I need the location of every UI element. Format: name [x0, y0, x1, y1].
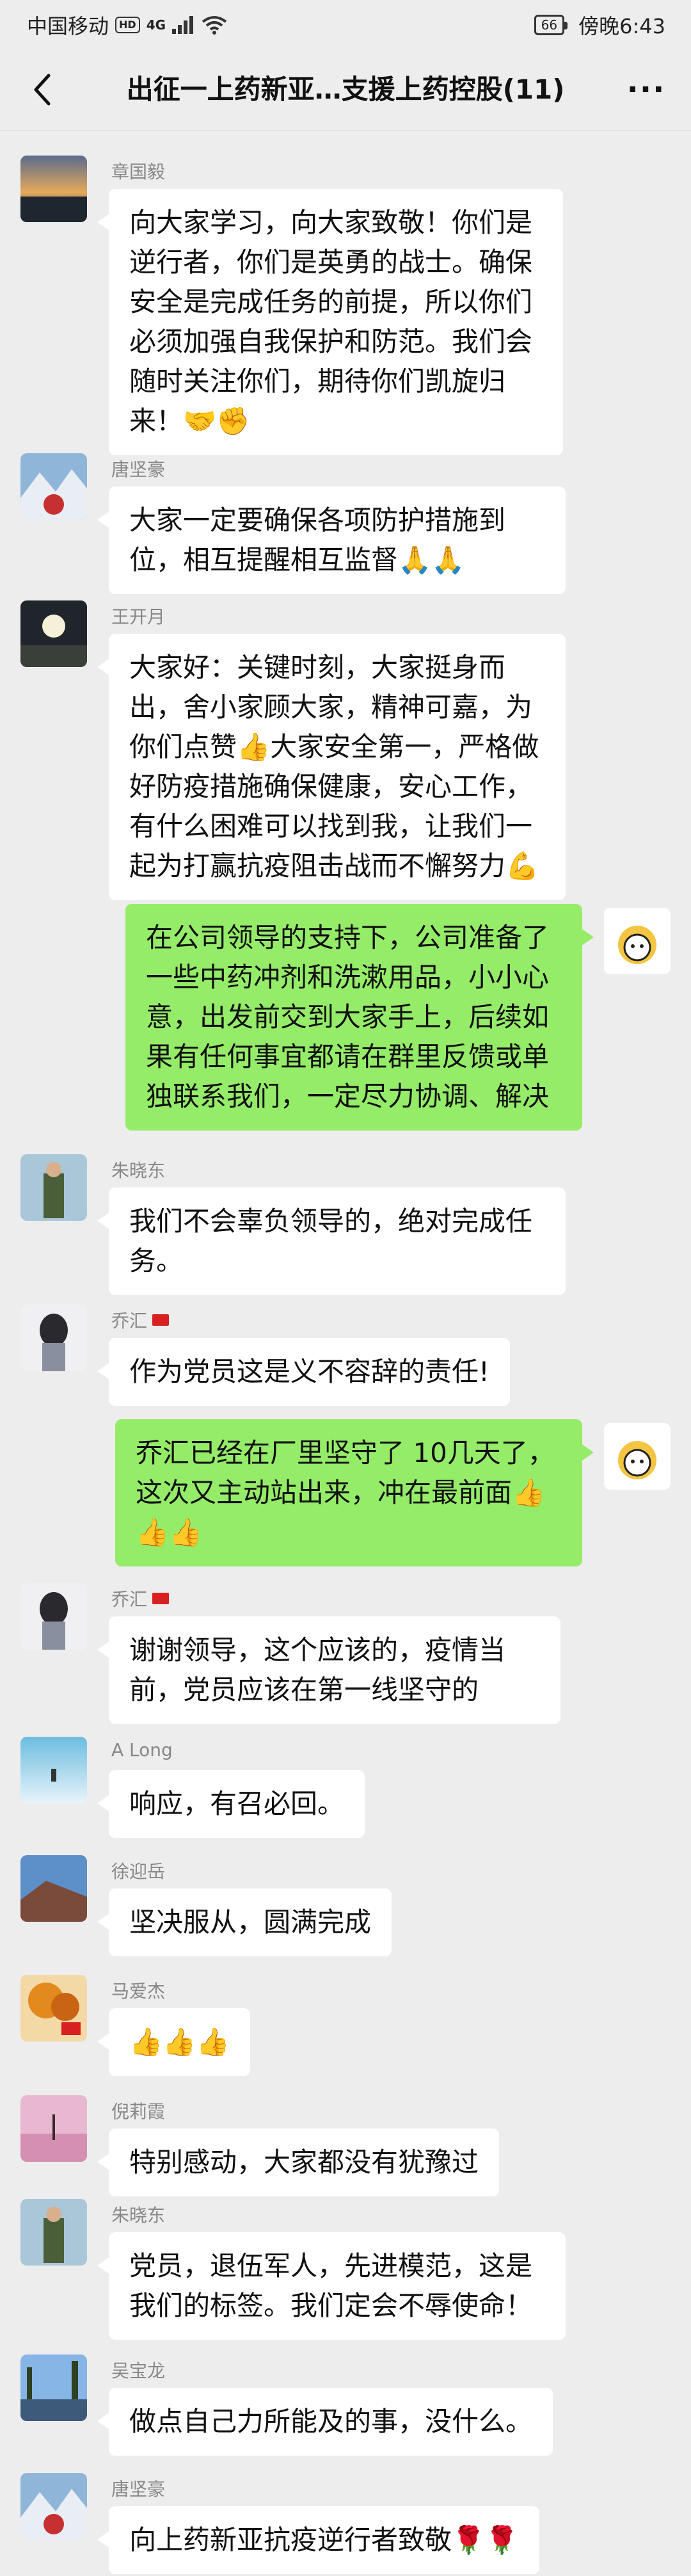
message-bubble[interactable]: 向上药新亚抗疫逆行者致敬🌹🌹	[97, 2506, 539, 2574]
signal-label: 4G	[146, 17, 166, 33]
chevron-left-icon	[34, 74, 51, 106]
sender-name: 乔汇	[111, 1307, 170, 1333]
message-bubble[interactable]: 我们不会辜负领导的，绝对完成任务。	[97, 1187, 566, 1295]
more-button[interactable]: ···	[621, 67, 672, 113]
message-bubble[interactable]: 乔汇已经在厂里坚守了 10几天了，这次又主动站出来，冲在最前面👍👍👍	[115, 1419, 594, 1566]
status-bar: 中国移动 HD 4G 66 傍晚6:43	[0, 0, 691, 49]
message-bubble[interactable]: 大家一定要确保各项防护措施到位，相互提醒相互监督🙏🙏	[97, 487, 566, 594]
message-item: 徐迎岳 坚决服从，圆满完成	[0, 1844, 691, 1959]
hd-icon: HD	[115, 17, 140, 33]
avatar[interactable]	[20, 600, 87, 667]
signal-icon	[172, 16, 194, 34]
message-item: 倪莉霞 特别感动，大家都没有犹豫过	[0, 2084, 691, 2199]
clock: 傍晚6:43	[578, 14, 665, 38]
message-bubble[interactable]: 特别感动，大家都没有犹豫过	[97, 2129, 500, 2196]
message-bubble[interactable]: 谢谢领导，这个应该的，疫情当前，党员应该在第一线坚守的	[97, 1616, 560, 1724]
message-item: 朱晓东 党员，退伍军人，先进模范，这是我们的标签。我们定会不辱使命！	[0, 2187, 691, 2341]
message-bubble[interactable]: 在公司领导的支持下，公司准备了一些中药冲剂和洗漱用品，小小心意，出发前交到大家手…	[125, 904, 594, 1131]
sender-name: 倪莉霞	[111, 2101, 166, 2122]
chat-title: 出征一上药新亚…支援上药控股(11)	[126, 74, 565, 105]
avatar[interactable]	[20, 2355, 87, 2421]
avatar[interactable]	[20, 2095, 87, 2162]
message-item: 乔汇 谢谢领导，这个应该的，疫情当前，党员应该在第一线坚守的	[0, 1572, 691, 1725]
sender-name: 马爱杰	[111, 1981, 166, 2002]
avatar[interactable]	[20, 156, 87, 222]
message-item: A Long 响应，有召必回。	[0, 1725, 691, 1840]
message-bubble[interactable]: 坚决服从，圆满完成	[97, 1888, 392, 1956]
sender-name: 唐坚豪	[111, 2479, 166, 2500]
message-item: 章国毅 向大家学习，向大家致敬！你们是逆行者，你们是英勇的战士。确保安全是完成任…	[0, 144, 691, 455]
message-item: 朱晓东 我们不会辜负领导的，绝对完成任务。	[0, 1143, 691, 1295]
sender-name: 吴宝龙	[111, 2360, 166, 2381]
avatar[interactable]	[20, 1855, 87, 1922]
message-item: 王开月 大家好：关键时刻，大家挺身而出，舍小家顾大家，精神可嘉，为你们点赞👍大家…	[0, 589, 691, 900]
nav-bar: 出征一上药新亚…支援上药控股(11) ···	[0, 49, 691, 131]
sender-name: A Long	[111, 1739, 173, 1760]
message-item: 乔汇已经在厂里坚守了 10几天了，这次又主动站出来，冲在最前面👍👍👍	[0, 1412, 691, 1566]
avatar[interactable]	[20, 1975, 87, 2041]
status-right: 66 傍晚6:43	[534, 10, 665, 40]
avatar[interactable]	[20, 453, 87, 520]
more-icon: ···	[626, 72, 666, 108]
sender-name: 乔汇	[111, 1586, 170, 1611]
message-bubble[interactable]: 做点自己力所能及的事，没什么。	[97, 2388, 553, 2456]
back-button[interactable]	[19, 67, 65, 113]
sender-name: 章国毅	[111, 161, 166, 182]
sender-name: 朱晓东	[111, 1160, 166, 1181]
avatar[interactable]	[20, 2199, 87, 2266]
avatar[interactable]	[20, 1305, 87, 1371]
message-item: 唐坚豪 大家一定要确保各项防护措施到位，相互提醒相互监督🙏🙏	[0, 442, 691, 594]
message-bubble[interactable]: 向大家学习，向大家致敬！你们是逆行者，你们是英勇的战士。确保安全是完成任务的前提…	[97, 189, 563, 455]
message-bubble[interactable]: 响应，有召必回。	[97, 1770, 365, 1838]
message-item: 吴宝龙 做点自己力所能及的事，没什么。	[0, 2343, 691, 2458]
status-left: 中国移动 HD 4G	[27, 10, 227, 40]
message-bubble[interactable]: 👍👍👍	[97, 2008, 250, 2076]
message-bubble[interactable]: 党员，退伍军人，先进模范，这是我们的标签。我们定会不辱使命！	[97, 2232, 566, 2340]
sender-name: 徐迎岳	[111, 1861, 166, 1882]
avatar[interactable]	[604, 908, 671, 974]
message-item: 乔汇 作为党员这是义不容辞的责任!	[0, 1293, 691, 1406]
wifi-icon	[202, 16, 227, 35]
avatar[interactable]	[604, 1423, 671, 1490]
carrier-label: 中国移动	[27, 14, 109, 38]
sender-name: 王开月	[111, 606, 166, 627]
flag-icon	[152, 1593, 170, 1604]
message-item: 在公司领导的支持下，公司准备了一些中药冲剂和洗漱用品，小小心意，出发前交到大家手…	[0, 896, 691, 1131]
sender-name: 朱晓东	[111, 2205, 166, 2226]
message-item: 唐坚豪 向上药新亚抗疫逆行者致敬🌹🌹	[0, 2461, 691, 2576]
sender-name: 唐坚豪	[111, 459, 166, 480]
flag-icon	[152, 1314, 170, 1326]
avatar[interactable]	[20, 1583, 87, 1650]
avatar[interactable]	[20, 1154, 87, 1221]
avatar[interactable]	[20, 1737, 87, 1803]
message-bubble[interactable]: 作为党员这是义不容辞的责任!	[97, 1338, 510, 1406]
message-bubble[interactable]: 大家好：关键时刻，大家挺身而出，舍小家顾大家，精神可嘉，为你们点赞👍大家安全第一…	[97, 634, 566, 900]
battery-icon: 66	[534, 15, 568, 35]
message-item: 马爱杰 👍👍👍	[0, 1963, 691, 2079]
avatar[interactable]	[20, 2473, 87, 2540]
